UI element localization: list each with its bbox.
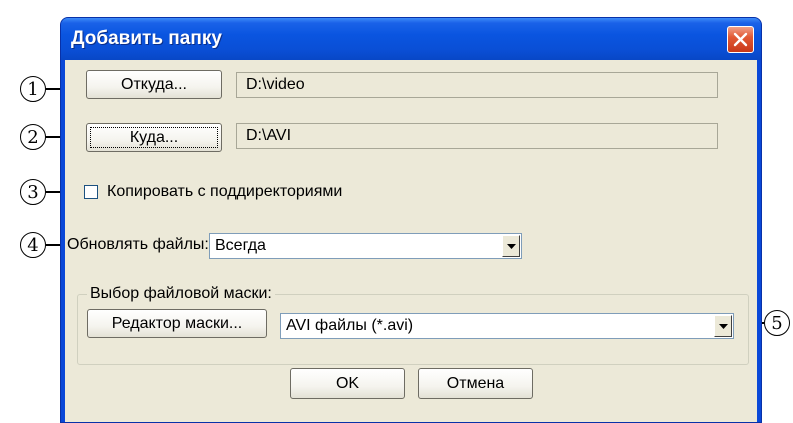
callout-5: 5: [764, 310, 790, 336]
title-bar[interactable]: Добавить папку: [61, 18, 761, 60]
dest-path-field: D:\AVI: [236, 123, 718, 149]
ok-button[interactable]: OK: [290, 368, 405, 399]
dialog-body: Откуда... D:\video Куда... D:\AVI Копиро…: [65, 60, 757, 422]
update-files-value: Всегда: [215, 237, 266, 254]
update-files-dropdown[interactable]: Всегда: [209, 233, 522, 259]
add-folder-dialog: Добавить папку Откуда... D:\video Куда..…: [60, 17, 762, 423]
mask-editor-button-label: Редактор маски...: [111, 314, 243, 332]
source-button[interactable]: Откуда...: [86, 70, 222, 99]
dest-button-label: Куда...: [129, 128, 179, 146]
copy-subdirs-checkbox[interactable]: [84, 185, 98, 199]
close-icon: [733, 32, 748, 47]
chevron-down-icon: [719, 324, 728, 329]
callout-1: 1: [20, 76, 46, 102]
close-button[interactable]: [727, 26, 754, 53]
window-title: Добавить папку: [71, 28, 222, 49]
chevron-down-icon: [507, 244, 516, 249]
dest-path-value: D:\AVI: [246, 127, 292, 144]
source-path-field: D:\video: [236, 72, 718, 98]
source-path-value: D:\video: [246, 76, 305, 93]
file-mask-dropdown[interactable]: AVI файлы (*.avi): [280, 313, 734, 339]
update-files-dropdown-arrow[interactable]: [502, 235, 520, 257]
update-files-label: Обновлять файлы:: [67, 236, 209, 253]
cancel-button-label: Отмена: [446, 374, 505, 392]
file-mask-group-legend: Выбор файловой маски:: [87, 285, 275, 303]
callout-4: 4: [20, 232, 46, 258]
callout-2: 2: [20, 124, 46, 150]
file-mask-value: AVI файлы (*.avi): [286, 317, 414, 334]
source-button-label: Откуда...: [121, 75, 187, 93]
mask-editor-button[interactable]: Редактор маски...: [87, 309, 267, 338]
file-mask-dropdown-arrow[interactable]: [714, 315, 732, 337]
copy-subdirs-label: Копировать с поддиректориями: [107, 183, 343, 200]
callout-3: 3: [20, 179, 46, 205]
cancel-button[interactable]: Отмена: [418, 368, 533, 399]
ok-button-label: OK: [335, 374, 360, 392]
dest-button[interactable]: Куда...: [86, 123, 222, 152]
